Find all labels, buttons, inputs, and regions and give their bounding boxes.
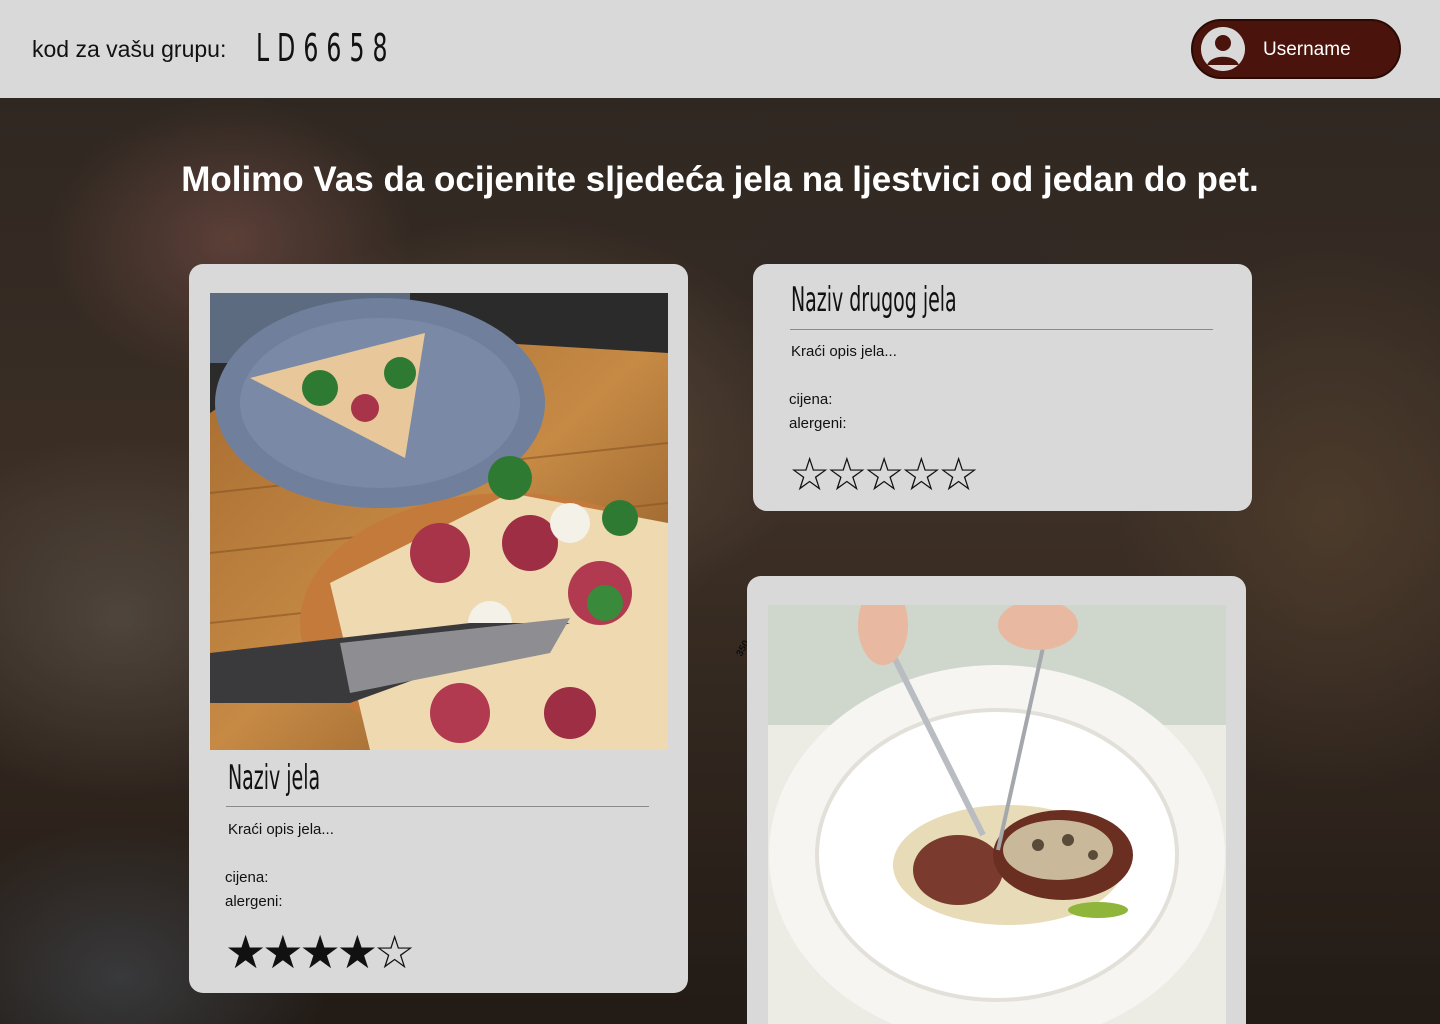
dish-description: Kraći opis jela... [791, 343, 897, 360]
group-code-label: kod za vašu grupu: [32, 36, 227, 62]
dish-description: Kraći opis jela... [228, 821, 334, 838]
dish-title: Naziv jela [228, 758, 321, 798]
username-label: Username [1263, 39, 1351, 60]
top-bar: kod za vašu grupu: LD6658 Username [0, 0, 1440, 98]
star-empty-icon[interactable]: ☆ [789, 447, 830, 501]
dish-title: Naziv drugog jela [791, 280, 957, 320]
star-filled-icon[interactable]: ★ [337, 925, 378, 979]
dish-card: Naziv jela Kraći opis jela... cijena: al… [189, 264, 688, 993]
star-empty-icon[interactable]: ☆ [938, 447, 979, 501]
star-empty-icon[interactable]: ☆ [374, 925, 415, 979]
price-label: cijena: [789, 391, 833, 408]
star-empty-icon[interactable]: ☆ [826, 447, 867, 501]
divider [790, 329, 1213, 330]
rating-instruction: Molimo Vas da ocijenite sljedeća jela na… [181, 160, 1259, 199]
dish-card: Naziv drugog jela Kraći opis jela... cij… [753, 264, 1252, 511]
dish-card [747, 576, 1246, 1024]
allergens-label: alergeni: [789, 415, 847, 432]
price-label: cijena: [225, 869, 269, 886]
user-profile-button[interactable]: Username [1191, 19, 1401, 79]
star-rating: ☆☆☆☆☆ [789, 451, 979, 497]
star-rating: ★★★★☆ [225, 929, 415, 975]
dish-photo-pizza [210, 293, 668, 750]
user-circle-icon [1201, 27, 1245, 71]
star-filled-icon[interactable]: ★ [262, 925, 303, 979]
group-code: LD6658 [256, 26, 396, 70]
star-empty-icon[interactable]: ☆ [901, 447, 942, 501]
star-filled-icon[interactable]: ★ [225, 925, 266, 979]
star-empty-icon[interactable]: ☆ [864, 447, 905, 501]
divider [226, 806, 649, 807]
dish-photo-steak [768, 605, 1226, 1024]
star-filled-icon[interactable]: ★ [300, 925, 341, 979]
allergens-label: alergeni: [225, 893, 283, 910]
